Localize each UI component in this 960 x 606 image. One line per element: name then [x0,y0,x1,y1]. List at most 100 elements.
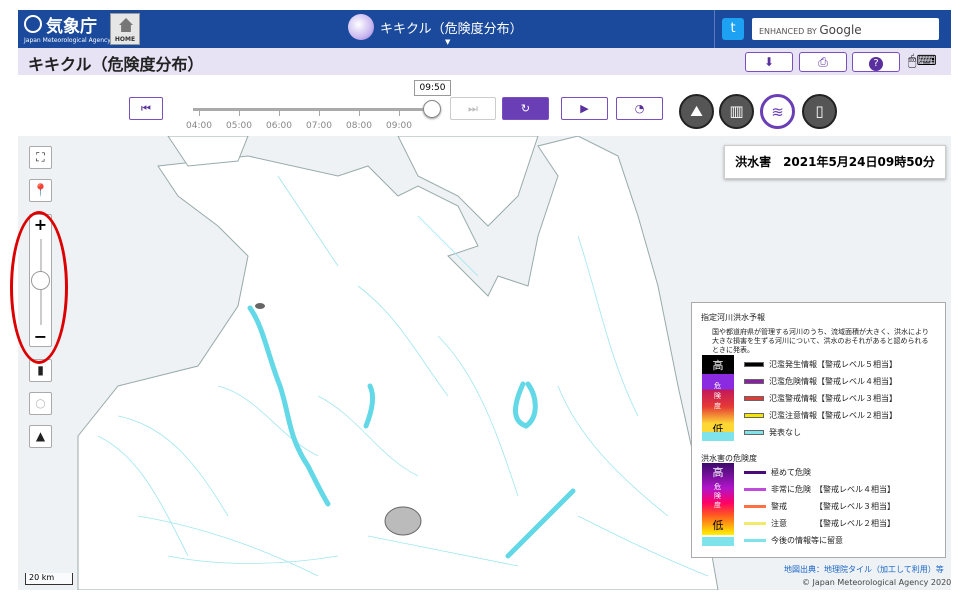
legend-item-label: 発表なし [769,428,801,437]
home-button[interactable]: HOME [110,13,140,45]
time-slider-thumb[interactable] [423,100,441,118]
legend-cyan-swatch-2 [702,537,734,546]
time-tick [399,111,400,116]
inundation-layer-button[interactable]: ▥ [719,94,754,129]
flood-icon: ≋ [771,103,784,121]
search-input[interactable]: ENHANCED BY Google [752,18,939,40]
legend-item-label: 氾濫警戒情報【警戒レベル３相当】 [769,394,897,403]
map-datetime-label: 洪水害 2021年5月24日09時50分 [724,145,946,179]
legend-item: 極めて危険 [744,467,811,478]
time-tick [359,111,360,116]
water-drop-button[interactable]: ○ [29,392,52,415]
scale-high-label: 高 [712,359,724,372]
speed-button[interactable]: ◔ [616,97,663,120]
scale2-high-label: 高 [712,466,724,479]
landslide-icon: ⛰ [690,102,703,120]
time-tick-label: 07:00 [306,121,332,131]
legend-swatch [744,413,764,418]
page-title: キキクル（危険度分布） [28,55,204,74]
skip-start-button[interactable]: ⏮ [129,97,163,120]
legend-panel: 指定河川洪水予報 国や都道府県が管理する河川のうち、流域面積が大きく、洪水により… [691,302,946,558]
time-tick-label: 09:00 [386,121,412,131]
refresh-icon: ↻ [520,102,531,115]
legend-item: 氾濫注意情報【警戒レベル２相当】 [744,410,897,421]
latest-refresh-button[interactable]: ↻ [502,97,549,120]
folded-map-icon: ▯ [815,102,824,120]
legend-swatch [744,396,764,401]
time-tick [319,111,320,116]
time-tick [239,111,240,116]
legend-item: 非常に危険 【警戒レベル４相当】 [744,484,895,495]
print-button[interactable]: ⎙ [799,52,847,72]
header-divider [714,10,715,48]
time-tick-label: 04:00 [186,121,212,131]
legend-item-label: 氾濫注意情報【警戒レベル２相当】 [769,411,897,420]
home-label: HOME [114,36,136,43]
legend-item: 氾濫警戒情報【警戒レベル３相当】 [744,393,897,404]
legend-swatch [744,430,764,435]
time-tick [279,111,280,116]
jma-emblem-icon [24,15,42,33]
water-drop-icon: ○ [35,396,46,410]
print-icon: ⎙ [818,55,828,69]
legend-swatch [744,471,766,474]
google-logo: Google [819,23,862,37]
legend-item: 氾濫発生情報【警戒レベル５相当】 [744,359,897,370]
scale2-mid-label: 危険度 [714,483,721,509]
legend-swatch [744,539,766,542]
play-button[interactable]: ▶ [561,97,608,120]
legend-section1-note: 国や都道府県が管理する河川のうち、流域面積が大きく、洪水により大きな損害を生ずる… [712,328,929,354]
agency-name-en: Japan Meteorological Agency [24,37,111,44]
app-title-menu[interactable]: キキクル（危険度分布） ▼ [348,14,523,46]
speedometer-icon: ◔ [634,102,645,115]
help-button[interactable]: ? [852,52,900,72]
legend-item-label: 警戒 【警戒レベル３相当】 [771,502,895,511]
location-pin-icon: 📍 [33,183,48,197]
legend-item-label: 極めて危険 [771,468,811,477]
legend-swatch [744,362,764,367]
legend-item-label: 非常に危険 【警戒レベル４相当】 [771,485,895,494]
legend-item-label: 氾濫発生情報【警戒レベル５相当】 [769,360,897,369]
legend-cyan-swatch [702,432,734,441]
help-icon: ? [869,57,883,71]
time-tick-label: 06:00 [266,121,292,131]
legend-section1: 高 危険度 低 氾濫発生情報【警戒レベル５相当】 氾濫危険情報【警戒レベル４相当】… [692,355,947,445]
scale-mid-label: 危険度 [714,382,721,410]
mouse-keyboard-icon[interactable]: 🖱⌨ [908,53,937,69]
map-credit-link[interactable]: 地図出典：地理院タイル（加工して利用）等 [784,564,944,575]
skip-end-icon: ⏭ [468,102,478,115]
twitter-icon[interactable]: t [722,18,744,40]
terrain-button[interactable]: ▲ [29,425,52,448]
skip-start-icon: ⏮ [141,102,151,115]
play-icon: ▶ [580,102,589,115]
fullscreen-button[interactable]: ⛶ [29,146,52,169]
inundation-icon: ▥ [729,102,744,120]
legend-section1-title: 指定河川洪水予報 [701,313,765,322]
legend-item: 氾濫危険情報【警戒レベル４相当】 [744,376,897,387]
time-tick-label: 05:00 [226,121,252,131]
title-bar: キキクル（危険度分布） ⬇ ⎙ ? 🖱⌨ [18,48,951,75]
fullscreen-icon: ⛶ [36,150,45,164]
legend-item-label: 氾濫危険情報【警戒レベル４相当】 [769,377,897,386]
map-layer-button[interactable]: ▯ [802,94,837,129]
header-bar: 気象庁 Japan Meteorological Agency HOME キキク… [18,10,951,48]
time-tick-label: 08:00 [346,121,372,131]
time-tick [199,111,200,116]
legend-swatch [744,522,766,525]
current-location-button[interactable]: 📍 [29,179,52,202]
legend-swatch [744,379,764,384]
map-scale-bar: 20 km [25,573,73,585]
legend-scale-2: 高 危険度 低 [702,463,734,535]
legend-item: 注意 【警戒レベル２相当】 [744,518,895,529]
map-view[interactable]: ⛶ 📍 + − ▮ ○ ▲ 洪水害 2021年5月24日09時50分 指定河川洪… [18,136,951,590]
current-time-label: 09:50 [414,80,451,96]
download-button[interactable]: ⬇ [745,52,793,72]
time-slider-track[interactable] [193,108,433,111]
flood-layer-button[interactable]: ≋ [760,94,795,129]
skip-end-button[interactable]: ⏭ [450,97,496,120]
download-icon: ⬇ [763,55,775,69]
mountain-icon: ▲ [35,429,46,443]
search-enhanced-label: ENHANCED BY [759,27,817,36]
landslide-layer-button[interactable]: ⛰ [679,94,714,129]
scale2-low-label: 低 [712,519,724,532]
